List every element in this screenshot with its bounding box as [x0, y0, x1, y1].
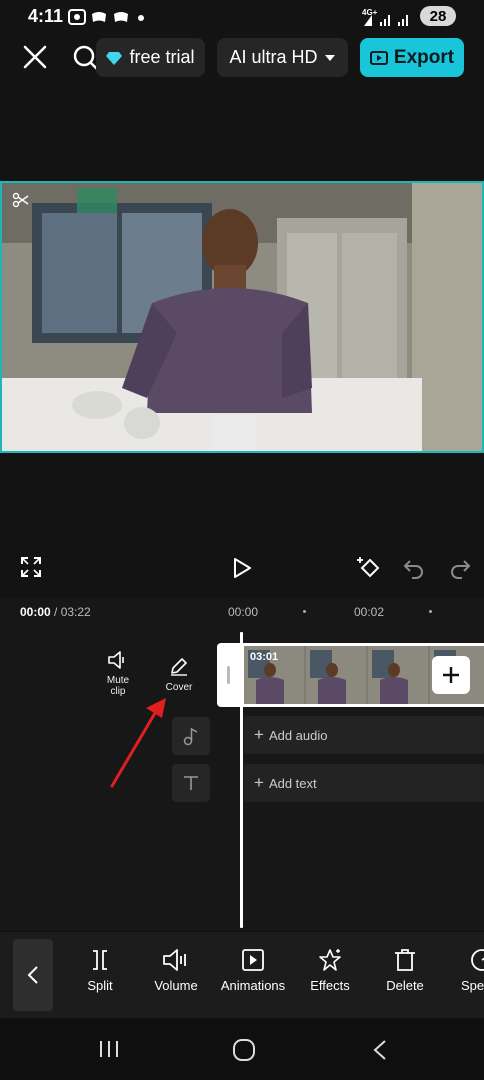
volume-icon — [163, 949, 186, 971]
free-trial-label: free trial — [129, 47, 195, 67]
free-trial-button[interactable]: free trial — [96, 38, 205, 77]
chevron-down-icon — [324, 54, 335, 61]
undo-icon[interactable] — [402, 556, 426, 580]
delete-icon — [395, 949, 415, 971]
back-icon[interactable] — [372, 1039, 388, 1061]
game-icon — [114, 12, 128, 22]
battery-level: 28 — [429, 7, 447, 25]
game-icon — [92, 12, 106, 22]
cover-label: Cover — [165, 682, 193, 693]
total-time: / 03:22 — [50, 605, 91, 619]
chevron-left-icon — [27, 966, 38, 984]
playhead[interactable] — [240, 632, 243, 928]
speed-label: Spe — [461, 978, 484, 993]
delete-button[interactable]: Delete — [369, 948, 441, 1008]
redo-icon[interactable] — [448, 556, 472, 580]
recent-apps-icon[interactable] — [98, 1039, 120, 1059]
home-icon[interactable] — [232, 1038, 256, 1062]
cover-button[interactable]: Cover — [160, 656, 198, 693]
animations-label: Animations — [220, 978, 286, 993]
ruler-dot — [303, 610, 306, 613]
keyframe-icon[interactable] — [356, 554, 384, 582]
audio-track-button[interactable] — [172, 717, 210, 755]
plus-icon: + — [254, 773, 264, 792]
scissors-icon — [12, 192, 29, 208]
quality-dropdown[interactable]: AI ultra HD — [217, 38, 348, 77]
ruler-dot — [429, 610, 432, 613]
diamond-icon — [106, 51, 123, 65]
split-icon — [93, 950, 107, 970]
add-text-label: Add text — [268, 775, 317, 791]
clip-handle-left[interactable] — [227, 666, 230, 684]
plus-icon: + — [254, 725, 264, 744]
mute-clip-button[interactable]: Mute clip — [100, 650, 136, 697]
speed-icon — [471, 949, 484, 971]
add-audio-label: Add audio — [268, 727, 328, 743]
export-icon — [369, 50, 388, 65]
text-track-button[interactable] — [172, 764, 210, 802]
ruler-mark: 00:00 — [228, 605, 259, 619]
back-toolbar-button[interactable] — [13, 939, 53, 1011]
export-button[interactable]: Export — [360, 38, 464, 77]
speaker-icon — [108, 651, 124, 669]
clip-duration: 03:01 — [250, 651, 279, 663]
pencil-icon — [171, 658, 187, 676]
video-preview[interactable] — [0, 181, 484, 453]
fullscreen-icon[interactable] — [20, 556, 42, 578]
signal-icon — [364, 15, 408, 26]
add-clip-button[interactable] — [432, 656, 470, 694]
play-icon[interactable] — [230, 556, 254, 580]
export-label: Export — [393, 46, 455, 68]
animations-button[interactable]: Animations — [217, 948, 289, 1008]
delete-label: Delete — [386, 978, 424, 993]
text-icon — [184, 776, 198, 790]
volume-label: Volume — [154, 978, 198, 993]
notification-icon — [68, 9, 86, 25]
music-note-icon — [183, 727, 198, 746]
time-display: 00:00 / 03:22 — [20, 605, 91, 619]
battery-indicator: 28 — [420, 6, 456, 26]
speed-button[interactable]: Spe — [448, 948, 484, 1008]
volume-button[interactable]: Volume — [140, 948, 212, 1008]
add-text-track[interactable]: + Add text — [244, 764, 484, 802]
split-button[interactable]: Split — [64, 948, 136, 1008]
split-label: Split — [87, 978, 113, 993]
animations-icon — [242, 949, 264, 971]
current-time: 00:00 — [20, 605, 51, 619]
close-icon[interactable] — [22, 44, 48, 70]
quality-label: AI ultra HD — [229, 47, 318, 67]
effects-label: Effects — [310, 978, 350, 993]
video-frame — [2, 183, 482, 451]
add-audio-track[interactable]: + Add audio — [244, 716, 484, 754]
annotation-arrow — [110, 698, 166, 788]
effects-button[interactable]: Effects — [294, 948, 366, 1008]
ruler-mark: 00:02 — [354, 605, 385, 619]
status-time: 4:11 — [28, 6, 64, 26]
plus-icon — [443, 667, 459, 683]
dot-icon — [138, 15, 144, 21]
effects-icon — [319, 949, 341, 971]
